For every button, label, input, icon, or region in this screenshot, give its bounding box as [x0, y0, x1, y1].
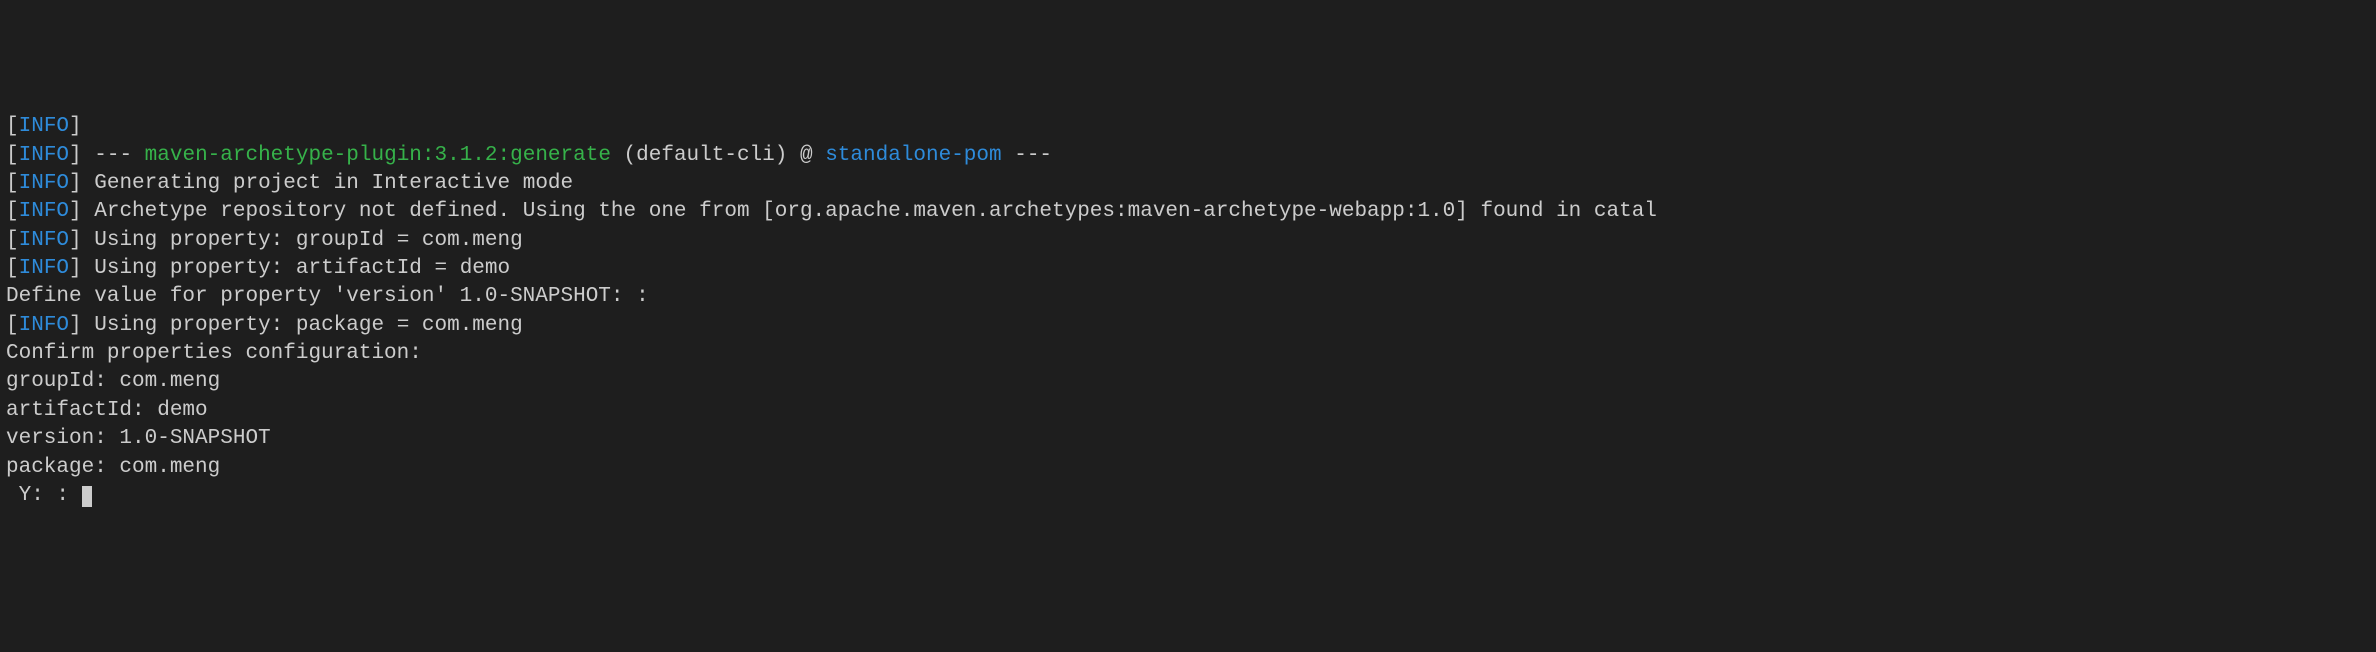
info-tag: INFO: [19, 229, 69, 252]
bracket-close: ]: [69, 229, 82, 252]
bracket-open: [: [6, 257, 19, 280]
info-tag: INFO: [19, 257, 69, 280]
log-text: Using property: groupId = com.meng: [82, 229, 523, 252]
prop-version: version: 1.0-SNAPSHOT: [6, 427, 271, 450]
terminal-output[interactable]: [INFO] [INFO] --- maven-archetype-plugin…: [0, 113, 2376, 510]
info-tag: INFO: [19, 314, 69, 337]
bracket-close: ]: [69, 144, 82, 167]
bracket-close: ]: [69, 115, 82, 138]
bracket-close: ]: [69, 257, 82, 280]
maven-plugin-name: maven-archetype-plugin:3.1.2:generate: [145, 144, 611, 167]
pom-name: standalone-pom: [825, 144, 1001, 167]
cursor-icon: [82, 486, 92, 507]
prompt-version: Define value for property 'version' 1.0-…: [6, 285, 649, 308]
bracket-open: [: [6, 115, 19, 138]
info-tag: INFO: [19, 115, 69, 138]
log-text: Using property: artifactId = demo: [82, 257, 510, 280]
bracket-open: [: [6, 229, 19, 252]
bracket-close: ]: [69, 314, 82, 337]
bracket-open: [: [6, 144, 19, 167]
log-text: Using property: package = com.meng: [82, 314, 523, 337]
bracket-close: ]: [69, 200, 82, 223]
bracket-open: [: [6, 314, 19, 337]
bracket-open: [: [6, 200, 19, 223]
dashes: ---: [82, 144, 145, 167]
log-text: Generating project in Interactive mode: [82, 172, 573, 195]
confirm-header: Confirm properties configuration:: [6, 342, 422, 365]
info-tag: INFO: [19, 172, 69, 195]
log-text: Archetype repository not defined. Using …: [82, 200, 1657, 223]
info-tag: INFO: [19, 200, 69, 223]
prop-artifactid: artifactId: demo: [6, 399, 208, 422]
prop-groupid: groupId: com.meng: [6, 370, 220, 393]
prop-package: package: com.meng: [6, 456, 220, 479]
info-tag: INFO: [19, 144, 69, 167]
bracket-open: [: [6, 172, 19, 195]
bracket-close: ]: [69, 172, 82, 195]
log-text: (default-cli) @: [611, 144, 825, 167]
prompt-confirm[interactable]: Y: :: [6, 484, 82, 507]
dashes: ---: [1002, 144, 1052, 167]
